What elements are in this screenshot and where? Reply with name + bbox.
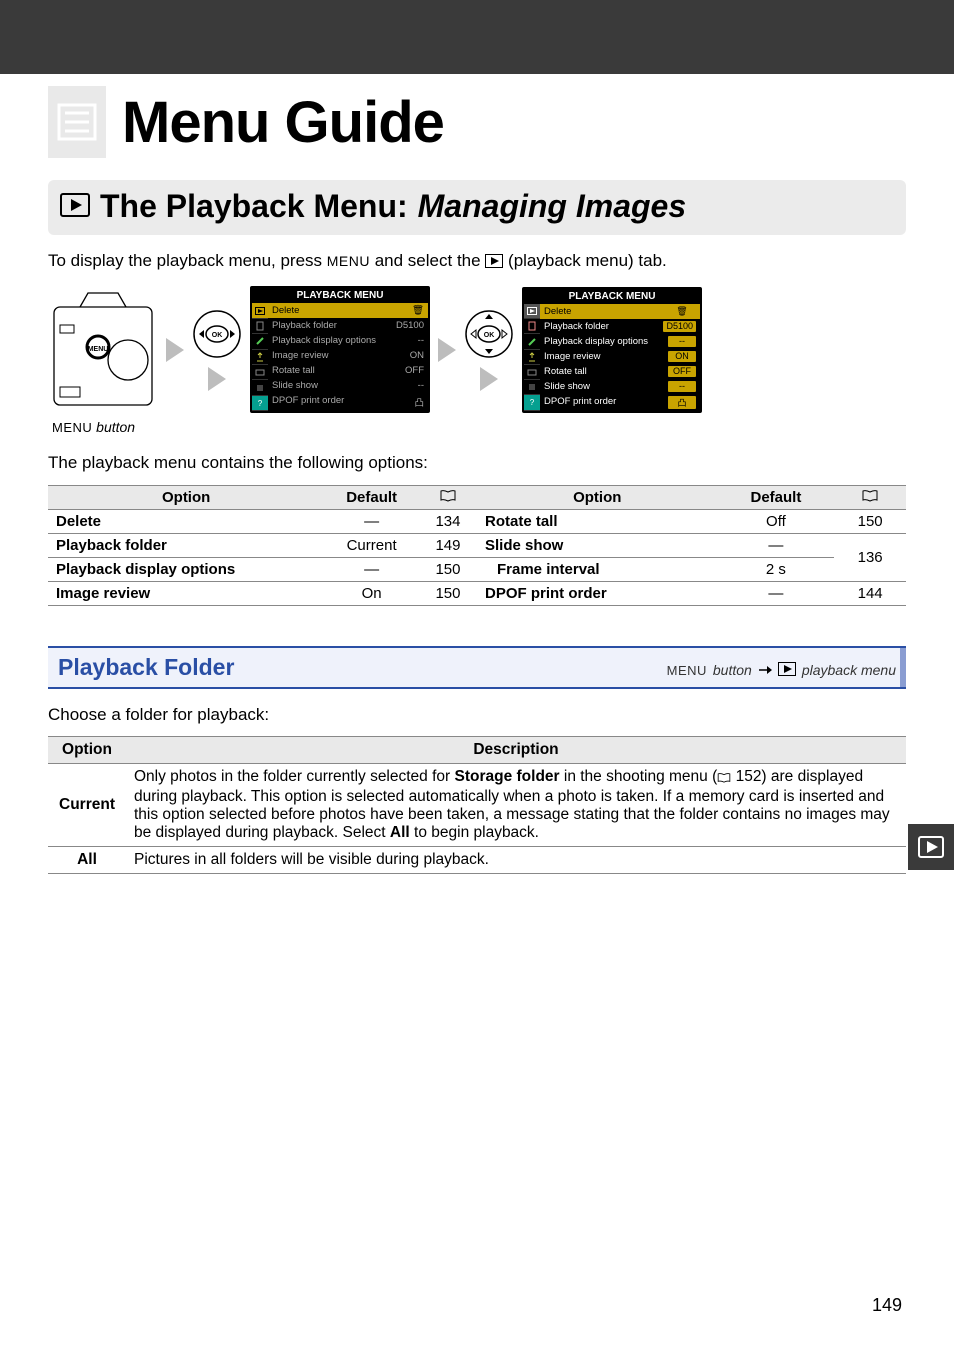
options-table-left: Option Default Delete—134Playback folder… [48,485,477,606]
section-title-main: The Playback Menu: [100,188,408,225]
section-title-sub: Managing Images [418,188,687,225]
intro-text: To display the playback menu, press MENU… [48,249,906,275]
lcd-screen-2: PLAYBACK MENU ? Delete🗑Playback folderD5… [522,287,702,413]
folder-intro: Choose a folder for playback: [48,703,906,727]
page-content: Menu Guide The Playback Menu: Managing I… [0,86,954,874]
lcd-screen-1: PLAYBACK MENU ? Delete🗑Playback folderD5… [250,286,430,413]
section-heading: The Playback Menu: Managing Images [48,180,906,235]
playback-tab-icon [485,251,503,275]
desc-row-current: Current Only photos in the folder curren… [48,764,906,847]
svg-text:OK: OK [484,332,495,339]
page-number: 149 [872,1295,902,1316]
menu-list-icon [48,86,106,158]
option-row: Rotate tallOff150 [477,509,906,533]
svg-text:MENU: MENU [88,346,109,353]
chapter-heading: Menu Guide [48,86,906,158]
option-row: Playback folderCurrent149 [48,533,477,557]
option-row: Delete—134 [48,509,477,533]
arrow-2 [438,338,456,362]
diagram-row: MENU OK PLAYBACK MENU [48,285,906,415]
subsection-nav: MENU button playback menu [667,662,896,681]
desc-row-all: All Pictures in all folders will be visi… [48,847,906,874]
chapter-title: Menu Guide [122,89,444,156]
option-row: Slide show—136 [477,533,906,557]
playback-tab-icon [778,662,796,679]
top-band [0,0,954,74]
playback-icon [60,193,90,217]
menu-button-caption: MENU button [52,419,906,435]
book-icon [717,770,731,788]
options-table-right: Option Default Rotate tallOff150Slide sh… [477,485,906,606]
camera-illustration: MENU [48,285,158,415]
menu-label: MENU [327,253,370,269]
arrow-right-icon [758,665,772,675]
book-icon [440,490,456,502]
option-row: DPOF print order—144 [477,581,906,605]
svg-text:OK: OK [212,332,223,339]
arrow-1 [166,338,184,362]
option-row: Playback display options—150 [48,557,477,581]
side-tab-playback [908,824,954,870]
options-tables: Option Default Delete—134Playback folder… [48,485,906,606]
desc-table: Option Description Current Only photos i… [48,736,906,874]
subsection-title: Playback Folder [58,654,234,681]
options-intro: The playback menu contains the following… [48,451,906,475]
book-icon [862,490,878,502]
ok-pad-nav-1: OK [192,309,242,391]
ok-pad-nav-2: OK [464,309,514,391]
subsection-heading: Playback Folder MENU button playback men… [48,646,906,689]
option-row: Image reviewOn150 [48,581,477,605]
